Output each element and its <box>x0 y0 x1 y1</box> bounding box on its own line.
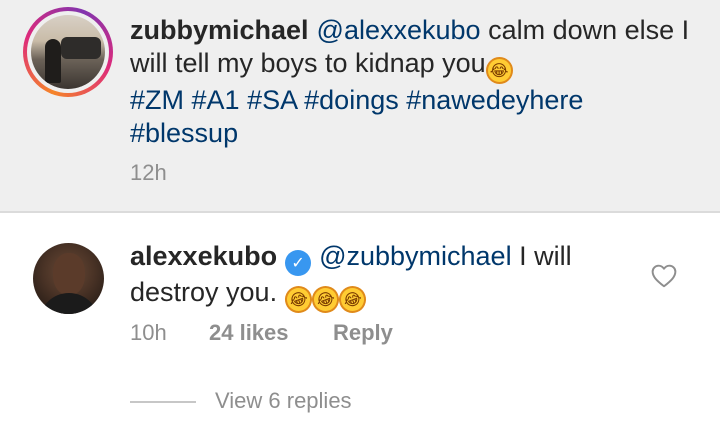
reply-button[interactable]: Reply <box>333 320 393 346</box>
reply-label: Reply <box>333 320 393 345</box>
avatar-zubbymichael[interactable] <box>23 7 113 97</box>
avatar-alexxekubo[interactable] <box>33 243 104 314</box>
username-zubbymichael[interactable]: zubbymichael <box>130 15 309 45</box>
hashtag-link[interactable]: #blessup <box>130 118 238 148</box>
replies-divider-line <box>130 401 196 403</box>
rolling-on-the-floor-laughing-icon: 😂 <box>334 282 370 317</box>
comment-time: 12h <box>130 160 167 185</box>
likes-count[interactable]: 24 likes <box>209 320 289 346</box>
heart-outline-icon[interactable] <box>651 264 677 288</box>
hashtag-link[interactable]: #nawedeyhere <box>406 85 583 115</box>
username-alexxekubo[interactable]: alexxekubo <box>130 241 277 271</box>
mention-link[interactable]: @zubbymichael <box>319 241 512 271</box>
person-shape <box>45 39 61 83</box>
rolling-on-the-floor-laughing-icon: 😂 <box>307 282 343 317</box>
hashtag-link[interactable]: #SA <box>247 85 297 115</box>
comment-body: alexxekubo ✓ @zubbymichael I will destroy … <box>130 240 630 317</box>
verified-badge-icon: ✓ <box>285 250 312 276</box>
hashtag-link[interactable]: #doings <box>304 85 399 115</box>
view-replies-button[interactable]: View 6 replies <box>215 388 352 414</box>
face-with-tears-of-joy-icon: 😂 <box>485 57 513 84</box>
divider <box>0 211 720 213</box>
hashtag-link[interactable]: #A1 <box>192 85 240 115</box>
likes-label: 24 likes <box>209 320 289 345</box>
car-shape <box>61 37 101 59</box>
avatar-shirt <box>39 293 99 314</box>
hashtag-link[interactable]: #ZM <box>130 85 184 115</box>
mention-link[interactable]: @alexxekubo <box>317 15 481 45</box>
comment-time: 10h <box>130 320 167 345</box>
comment-body: zubbymichael @alexxekubo calm down else I… <box>130 14 690 150</box>
avatar-face <box>53 253 85 295</box>
avatar-photo <box>31 15 105 89</box>
rolling-on-the-floor-laughing-icon: 😂 <box>280 282 316 317</box>
